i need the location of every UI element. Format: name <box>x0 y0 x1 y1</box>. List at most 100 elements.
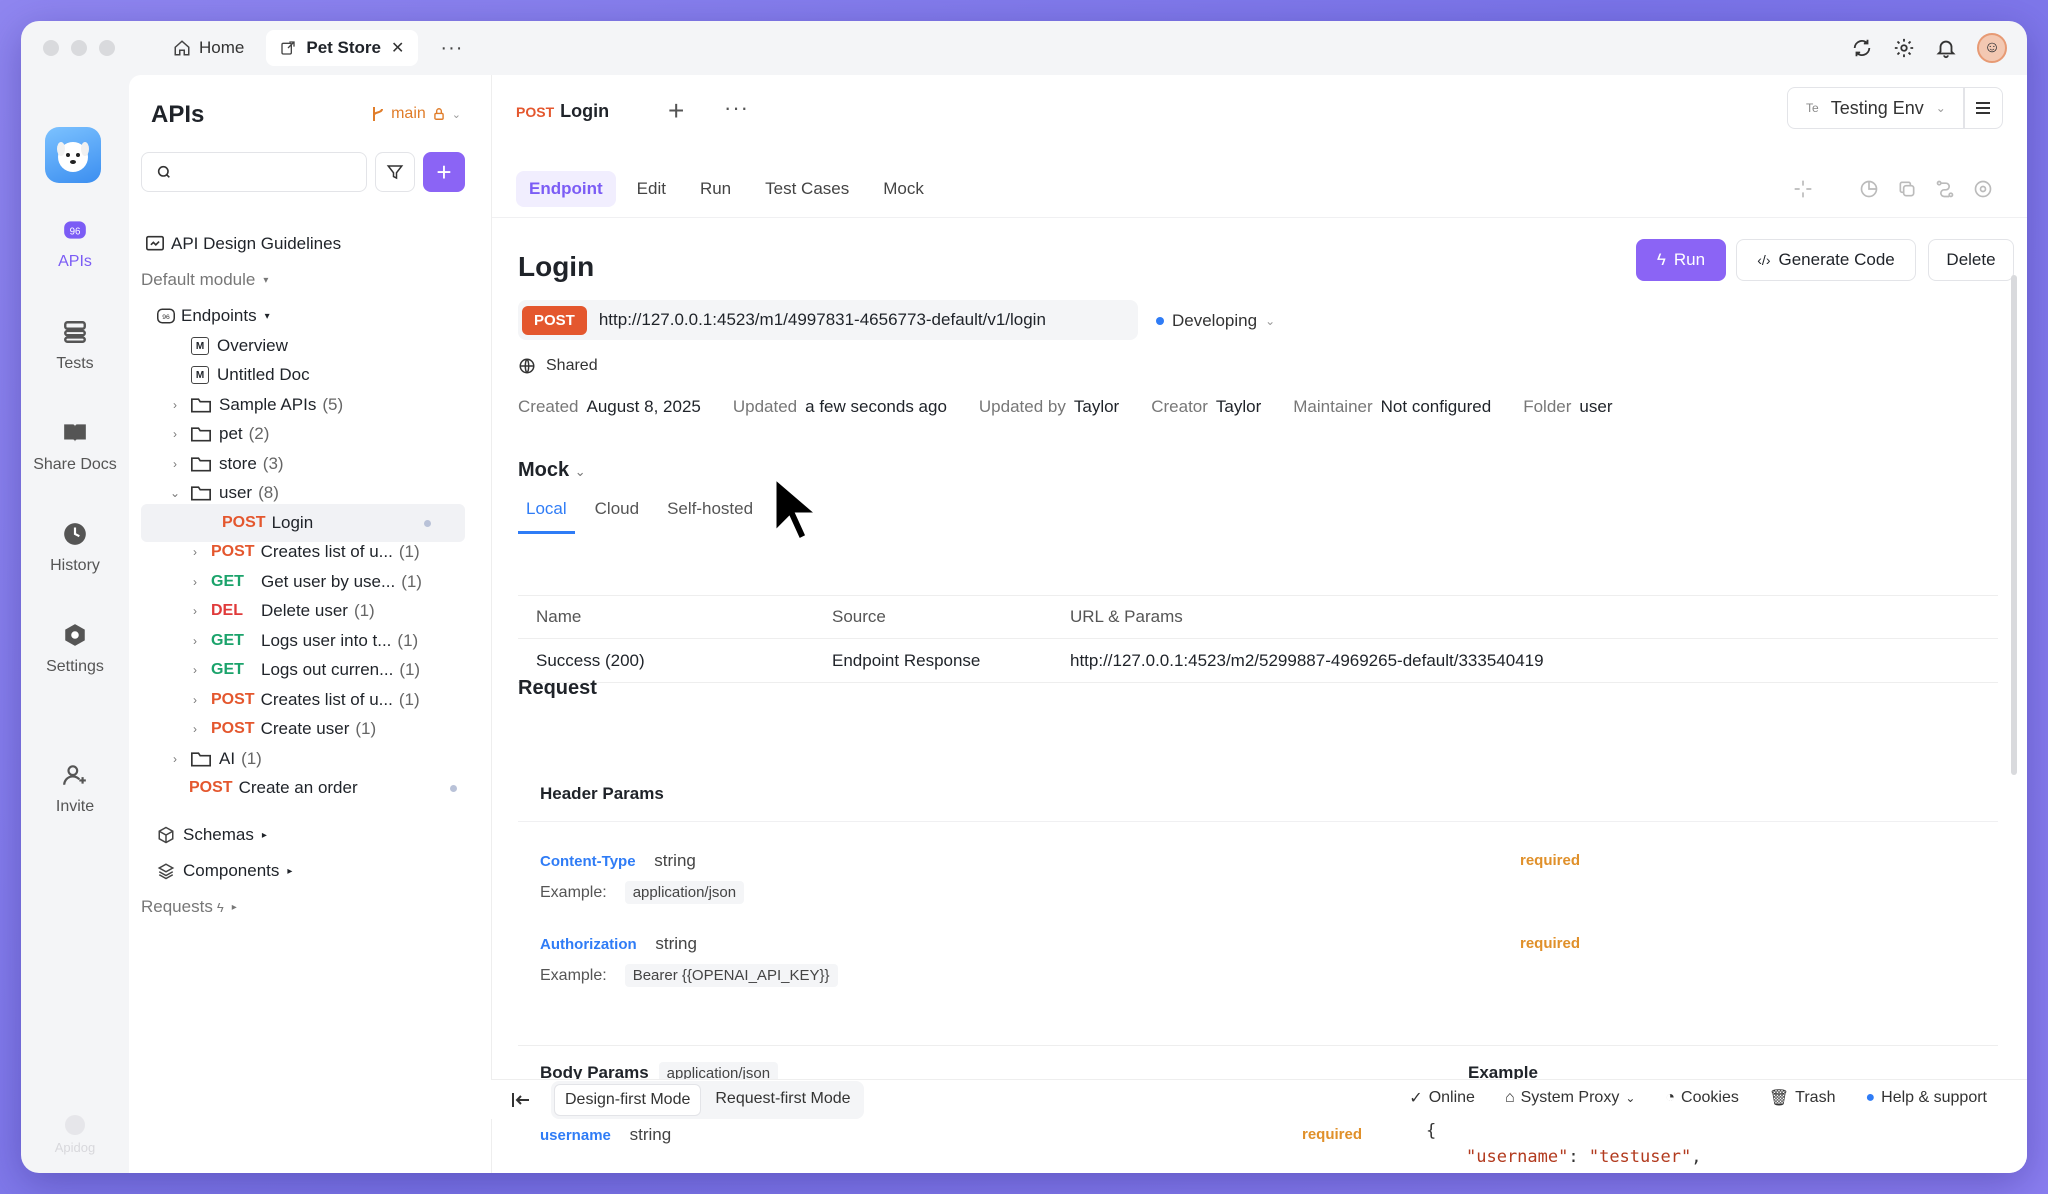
endpoint-name: Login <box>271 513 314 532</box>
chevron-right-icon: › <box>173 427 177 441</box>
run-label: Run <box>1673 250 1706 269</box>
rail-item-apis[interactable]: 96 APIs <box>21 217 129 271</box>
doc-tab-login[interactable]: POST Login <box>516 101 609 122</box>
endpoint-url: http://127.0.0.1:4523/m1/4997831-4656773… <box>598 310 1046 329</box>
add-button[interactable]: + <box>423 152 465 192</box>
bell-icon[interactable] <box>1935 37 1957 59</box>
rail-item-settings[interactable]: Settings <box>21 622 129 676</box>
tab-test-cases[interactable]: Test Cases <box>752 171 862 207</box>
chevron-right-icon: › <box>173 457 177 471</box>
param-example: Example: Bearer {{OPENAI_API_KEY}} <box>540 964 838 987</box>
chevron-right-icon: › <box>193 722 197 736</box>
close-tab-icon[interactable]: ✕ <box>391 38 404 58</box>
tab-pet-store[interactable]: Pet Store ✕ <box>266 30 419 66</box>
tab-home[interactable]: Home <box>173 38 244 58</box>
chevron-down-icon: ⌄ <box>169 486 181 500</box>
close-window-button[interactable] <box>43 40 59 56</box>
filter-button[interactable] <box>375 152 415 192</box>
run-button[interactable]: ϟ Run <box>1636 239 1726 281</box>
endpoint-create-order[interactable]: POST Create an order <box>129 769 491 807</box>
environment-selector[interactable]: Te Testing Env ⌄ <box>1787 87 1965 129</box>
design-first-mode[interactable]: Design-first Mode <box>554 1083 702 1116</box>
tab-self-hosted[interactable]: Self-hosted <box>659 491 761 534</box>
gear-icon[interactable] <box>1893 37 1915 59</box>
rail-item-history[interactable]: History <box>21 521 129 575</box>
trash-button[interactable]: 🗑 Trash <box>1769 1088 1836 1108</box>
endpoint-count: (1) <box>398 542 420 561</box>
help-button[interactable]: ● Help & support <box>1865 1089 1987 1107</box>
external-link-icon <box>281 41 296 55</box>
search-input[interactable] <box>141 152 367 192</box>
user-avatar[interactable]: ☺ <box>1977 33 2007 63</box>
env-menu-button[interactable] <box>1963 87 2003 129</box>
status-items: ✓ Online ⌂ System Proxy ⌄ ◔ Cookies 🗑 Trash ●… <box>1409 1088 1987 1108</box>
rail-item-tests[interactable]: Tests <box>21 319 129 373</box>
module-selector[interactable]: Default module ▾ <box>129 261 491 299</box>
target-icon[interactable] <box>1973 179 1993 199</box>
rail-item-label: Share Docs <box>33 456 117 473</box>
tab-local[interactable]: Local <box>518 491 575 534</box>
table-row[interactable]: Success (200) Endpoint Response http://1… <box>518 639 1998 683</box>
rail-item-invite[interactable]: Invite <box>21 762 129 816</box>
sparkle-icon[interactable] <box>1793 179 1813 199</box>
settings-icon <box>65 624 85 646</box>
tab-run[interactable]: Run <box>687 171 744 207</box>
tree-item-requests[interactable]: Requests ϟ ▸ <box>129 888 491 926</box>
status-selector[interactable]: Developing ⌄ <box>1156 311 1275 331</box>
mock-source: Endpoint Response <box>832 650 981 670</box>
status-dot <box>424 519 431 527</box>
system-proxy[interactable]: ⌂ System Proxy ⌄ <box>1505 1089 1635 1107</box>
folder-count: (5) <box>322 395 344 414</box>
flow-icon[interactable] <box>1935 179 1955 199</box>
collapse-sidebar-icon[interactable] <box>511 1092 531 1108</box>
sync-icon[interactable] <box>1851 37 1873 59</box>
branch-name: main <box>391 105 426 122</box>
caret-down-icon: ▾ <box>264 310 270 322</box>
delete-button[interactable]: Delete <box>1928 239 2014 281</box>
tab-cloud[interactable]: Cloud <box>587 491 647 534</box>
scrollbar[interactable] <box>2011 275 2017 775</box>
method-badge: POST <box>211 720 255 737</box>
tree-item-guidelines[interactable]: API Design Guidelines <box>129 225 491 263</box>
chevron-right-icon: › <box>193 575 197 589</box>
branch-selector[interactable]: main ⌄ <box>371 105 461 123</box>
header-params-title: Header Params <box>518 768 1998 822</box>
rail-item-share-docs[interactable]: Share Docs <box>21 420 129 474</box>
endpoint-count: (1) <box>355 719 377 738</box>
folder-name: store <box>219 454 257 473</box>
mock-url[interactable]: http://127.0.0.1:4523/m2/5299887-4969265… <box>1070 651 1544 671</box>
endpoint-url-bar[interactable]: POST http://127.0.0.1:4523/m1/4997831-46… <box>518 300 1138 340</box>
project-logo[interactable] <box>45 127 101 183</box>
chevron-right-icon: › <box>193 604 197 618</box>
new-tab-icon[interactable]: + <box>668 95 684 127</box>
request-first-mode[interactable]: Request-first Mode <box>705 1084 860 1116</box>
meta-value: Not configured <box>1380 397 1492 416</box>
param-name: Authorization <box>540 936 637 953</box>
mock-section-toggle[interactable]: Mock ⌄ <box>518 459 586 482</box>
maximize-window-button[interactable] <box>99 40 115 56</box>
tree-item-components[interactable]: Components ▸ <box>129 852 491 890</box>
cookies-button[interactable]: ◔ Cookies <box>1665 1089 1738 1107</box>
more-options-icon[interactable]: ··· <box>724 95 749 121</box>
endpoint-name: Creates list of u... <box>260 542 393 561</box>
online-label: Online <box>1428 1089 1475 1106</box>
pie-chart-icon[interactable] <box>1859 179 1879 199</box>
code-icon: ‹/› <box>1757 252 1771 268</box>
lightning-icon: ϟ <box>1656 250 1666 269</box>
generate-code-label: Generate Code <box>1778 250 1895 269</box>
meta-key: Updated by <box>978 397 1066 416</box>
minimize-window-button[interactable] <box>71 40 87 56</box>
more-tabs-icon[interactable]: ··· <box>440 37 463 60</box>
meta-maintainer: Maintainer Not configured <box>1293 397 1491 417</box>
generate-code-button[interactable]: ‹/› Generate Code <box>1736 239 1916 281</box>
tab-mock[interactable]: Mock <box>870 171 937 207</box>
tab-edit[interactable]: Edit <box>624 171 679 207</box>
left-rail: 96 APIs Tests Share Docs History Setting… <box>21 75 129 1173</box>
title-bar: Home Pet Store ✕ ··· ☺ <box>21 21 2027 75</box>
tab-endpoint[interactable]: Endpoint <box>516 171 616 207</box>
chevron-right-icon: › <box>173 398 177 412</box>
online-status[interactable]: ✓ Online <box>1409 1088 1475 1108</box>
tree-item-schemas[interactable]: Schemas ▸ <box>129 816 491 854</box>
body-param-username: username string <box>540 1125 671 1145</box>
copy-icon[interactable] <box>1897 179 1917 199</box>
